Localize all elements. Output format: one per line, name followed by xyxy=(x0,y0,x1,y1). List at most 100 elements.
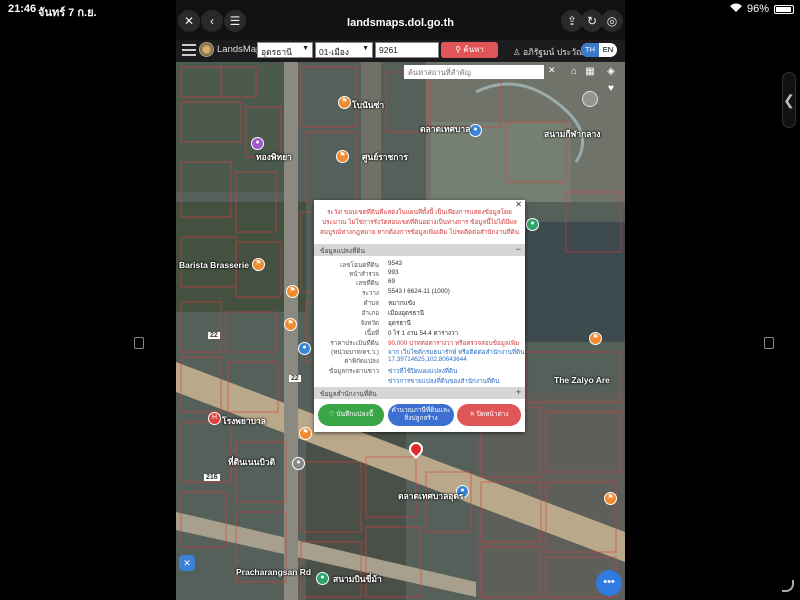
tab-icon-left[interactable] xyxy=(134,337,144,349)
info-row: (หน่วยบาท/ตร.ว.) จาก เว็บไซต์กรมธนารักษ์ … xyxy=(314,347,525,356)
map-canvas[interactable]: ✕ ⌂ ▦ ◈ ♥ ⚑ ● ⚑ ● ● ⚑ ⚑ ⚑ ● H ⚑ ● ● ⚑ ⚑ … xyxy=(176,62,625,600)
search-label: ค้นหา xyxy=(463,45,484,54)
row-value: 69 xyxy=(388,278,396,285)
row-key: อำเภอ xyxy=(361,310,379,317)
map-label: The Zalyo Are xyxy=(554,375,610,385)
road-badge: 22 xyxy=(289,375,301,382)
url-address[interactable]: landsmaps.dol.go.th xyxy=(176,17,625,29)
close-icon: ✕ xyxy=(469,411,477,418)
restaurant-poi-icon[interactable]: ⚑ xyxy=(284,318,297,331)
row-key: เนื้อที่ xyxy=(364,330,379,337)
restaurant-poi-icon[interactable]: ⚑ xyxy=(589,332,602,345)
favorite-icon[interactable]: ♥ xyxy=(604,82,618,96)
compass-button[interactable]: ◎ xyxy=(601,10,623,32)
safari-compass-icon: ◎ xyxy=(606,14,618,28)
map-label: ตลาดเทศบาล xyxy=(420,124,471,134)
map-label: สนามบินขี่ม้า xyxy=(333,574,382,584)
collapse-icon: − xyxy=(515,244,521,254)
grid-icon[interactable]: ▦ xyxy=(583,65,597,79)
map-label: ตลาดเทศบาลอุดร xyxy=(398,491,464,501)
lang-th[interactable]: TH xyxy=(581,43,599,57)
dol-logo xyxy=(199,42,214,57)
clock: 21:46 xyxy=(8,3,37,15)
info-row: เนื้อที่ 0 ไร่ 1 งาน 54.4 ตารางวา xyxy=(314,328,525,337)
row-key: ค่าพิกัดแปลง xyxy=(344,358,379,365)
wifi-icon xyxy=(729,3,742,15)
battery-percent: 96% xyxy=(746,3,769,15)
food-poi-icon[interactable]: ⚑ xyxy=(336,150,349,163)
app-toolbar: LandsMaps อุดรธานี▼ 01-เมืองอุดรธานี▼ 92… xyxy=(176,40,625,71)
sale-news-link[interactable]: ข่าวการขายแปลงที่ดินของสำนักงานที่ดิน xyxy=(388,376,499,386)
lang-en[interactable]: EN xyxy=(599,43,617,57)
announcement-link[interactable]: ข่าวที่ใช้ปิดแผงแปลงที่ดิน xyxy=(388,366,457,376)
parcel-number-input[interactable]: 9261 xyxy=(375,42,439,58)
place-search-input[interactable] xyxy=(404,65,544,79)
calc-label: คำนวณภาษีที่ดินและสิ่งปลูกสร้าง xyxy=(391,407,451,422)
user-name: อภิรัฐมน์ ประวัณพ xyxy=(522,47,590,57)
close-popup-button[interactable]: ✕ ปิดหน้าต่าง xyxy=(457,404,521,426)
row-value: หมากแข้ง xyxy=(388,300,416,307)
parcel-info-popup: ✕ ระวัง! ขอบเขตที่ดินที่แสดงในแผนที่ตั้ง… xyxy=(314,200,525,432)
row-value: 9543 xyxy=(388,260,403,267)
row-value: 5543 I 6624-11 (1000) xyxy=(388,288,450,295)
info-row: ราคาประเมินที่ดิน 90,000 บาทต่อตารางวา หร… xyxy=(314,338,525,347)
map-label: ศูนย์ราชการ xyxy=(362,152,408,162)
tab-icon-right[interactable] xyxy=(764,337,774,349)
info-row: หน้าสำรวจ 993 xyxy=(314,269,525,278)
office-section-header[interactable]: ข้อมูลสำนักงานที่ดิน + xyxy=(314,387,525,399)
user-icon: ♙ xyxy=(513,47,523,57)
side-panel-handle[interactable]: ❮ xyxy=(782,72,796,128)
park-poi-icon[interactable]: ● xyxy=(526,218,539,231)
road-badge: 22 xyxy=(208,332,220,339)
satellite-toggle-icon[interactable]: ✕ xyxy=(179,555,195,571)
parcel-number-value: 9261 xyxy=(379,45,398,55)
cafe-poi-icon[interactable]: ⚑ xyxy=(604,492,617,505)
school-poi-icon[interactable]: ● xyxy=(298,342,311,355)
map-label: สนามกีฬากลาง xyxy=(544,129,601,139)
row-key: ข้อมูลกระดานชาว xyxy=(329,368,379,375)
north-compass-icon[interactable] xyxy=(582,91,598,107)
shopping-poi-icon[interactable]: ● xyxy=(251,137,264,150)
info-row: ค่าพิกัดแปลง 17.39714625,102.80643644 xyxy=(314,356,525,365)
map-label: โรงพยาบาล xyxy=(222,416,267,426)
restaurant-poi-icon[interactable]: ⚑ xyxy=(299,427,312,440)
info-row: เลขที่ดิน 69 xyxy=(314,278,525,287)
province-select[interactable]: อุดรธานี ▼ xyxy=(257,42,313,58)
browser-toolbar: ✕ ‹ ☰ landsmaps.dol.go.th ⇪ ↻ ◎ xyxy=(176,10,625,38)
row-value: 0 ไร่ 1 งาน 54.4 ตารางวา xyxy=(388,330,459,337)
chevron-down-icon: ▼ xyxy=(362,45,369,52)
district-select[interactable]: 01-เมืองอุดรธานี▼ xyxy=(315,42,373,71)
home-icon[interactable]: ⌂ xyxy=(567,65,581,79)
layers-icon[interactable]: ◈ xyxy=(604,65,618,79)
hospital-poi-icon[interactable]: H xyxy=(208,412,221,425)
tax-calc-button[interactable]: คำนวณภาษีที่ดินและสิ่งปลูกสร้าง xyxy=(388,404,454,426)
parcel-section-header[interactable]: ข้อมูลแปลงที่ดิน − xyxy=(314,244,525,256)
cafe-poi-icon[interactable]: ⚑ xyxy=(286,285,299,298)
cafe-poi-icon[interactable]: ⚑ xyxy=(252,258,265,271)
corner-resize-icon xyxy=(782,580,794,592)
row-key: ระวาง xyxy=(362,290,379,297)
share-button[interactable]: ⇪ xyxy=(561,10,583,32)
save-parcel-button[interactable]: ♡ บันทึกแปลงนี้ xyxy=(318,404,384,426)
row-value: 993 xyxy=(388,269,399,276)
restaurant-poi-icon[interactable]: ⚑ xyxy=(338,96,351,109)
row-value: อุดรธานี xyxy=(388,320,411,327)
clear-search-icon[interactable]: ✕ xyxy=(548,65,556,76)
chat-button[interactable]: ••• xyxy=(596,570,622,596)
search-button[interactable]: ⚲ ค้นหา xyxy=(441,42,498,58)
menu-icon[interactable] xyxy=(182,44,196,56)
info-row: อำเภอ เมืองอุดรธานี xyxy=(314,308,525,317)
province-value: อุดรธานี xyxy=(261,47,292,57)
section-title: ข้อมูลสำนักงานที่ดิน xyxy=(320,391,377,398)
road-badge: 216 xyxy=(204,474,220,481)
place-poi-icon[interactable]: ● xyxy=(292,457,305,470)
info-row: ข้อมูลกระดานชาว ข่าวที่ใช้ปิดแผงแปลงที่ดิ… xyxy=(314,366,525,375)
reload-button[interactable]: ↻ xyxy=(581,10,603,32)
disclaimer-text: ระวัง! ขอบเขตที่ดินที่แสดงในแผนที่ตั้งนี… xyxy=(319,209,520,236)
park-poi-icon[interactable]: ● xyxy=(316,572,329,585)
coordinate-link[interactable]: 17.39714625,102.80643644 xyxy=(388,356,467,363)
section-title: ข้อมูลแปลงที่ดิน xyxy=(320,248,366,255)
language-toggle[interactable]: TH EN xyxy=(581,43,617,57)
close-label: ปิดหน้าต่าง xyxy=(476,411,509,418)
government-poi-icon[interactable]: ● xyxy=(469,124,482,137)
